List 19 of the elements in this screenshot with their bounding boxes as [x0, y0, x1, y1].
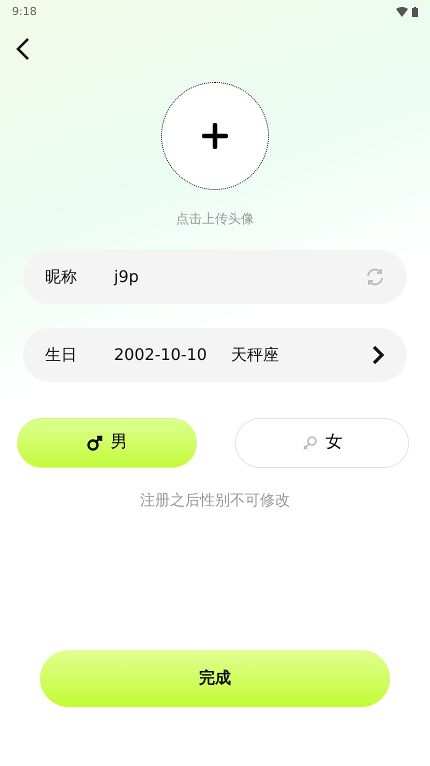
done-button[interactable]: 完成	[40, 650, 390, 706]
wifi-icon	[396, 7, 408, 17]
chevron-right-icon[interactable]	[371, 345, 385, 366]
form-field[interactable]: 昵称 j9p	[23, 250, 407, 304]
battery-icon	[412, 7, 418, 17]
male-symbol-icon	[86, 434, 102, 450]
plus-icon	[202, 123, 228, 149]
upload-hint: 点击上传头像	[176, 212, 254, 227]
gender-note: 注册之后性别不可修改	[140, 490, 290, 508]
field-value: j9p	[114, 266, 139, 288]
field-label: 昵称	[45, 266, 78, 288]
gender-button[interactable]: 女	[235, 418, 409, 468]
form-field[interactable]: 生日 2002-10-10 天秤座	[23, 328, 407, 382]
gender-button[interactable]: 男	[17, 418, 197, 468]
field-label: 生日	[45, 344, 78, 366]
status-time: 9:18	[12, 4, 37, 20]
female-symbol-icon	[302, 434, 318, 450]
field-value: 2002-10-10	[114, 344, 207, 366]
field-value: 天秤座	[230, 344, 279, 366]
